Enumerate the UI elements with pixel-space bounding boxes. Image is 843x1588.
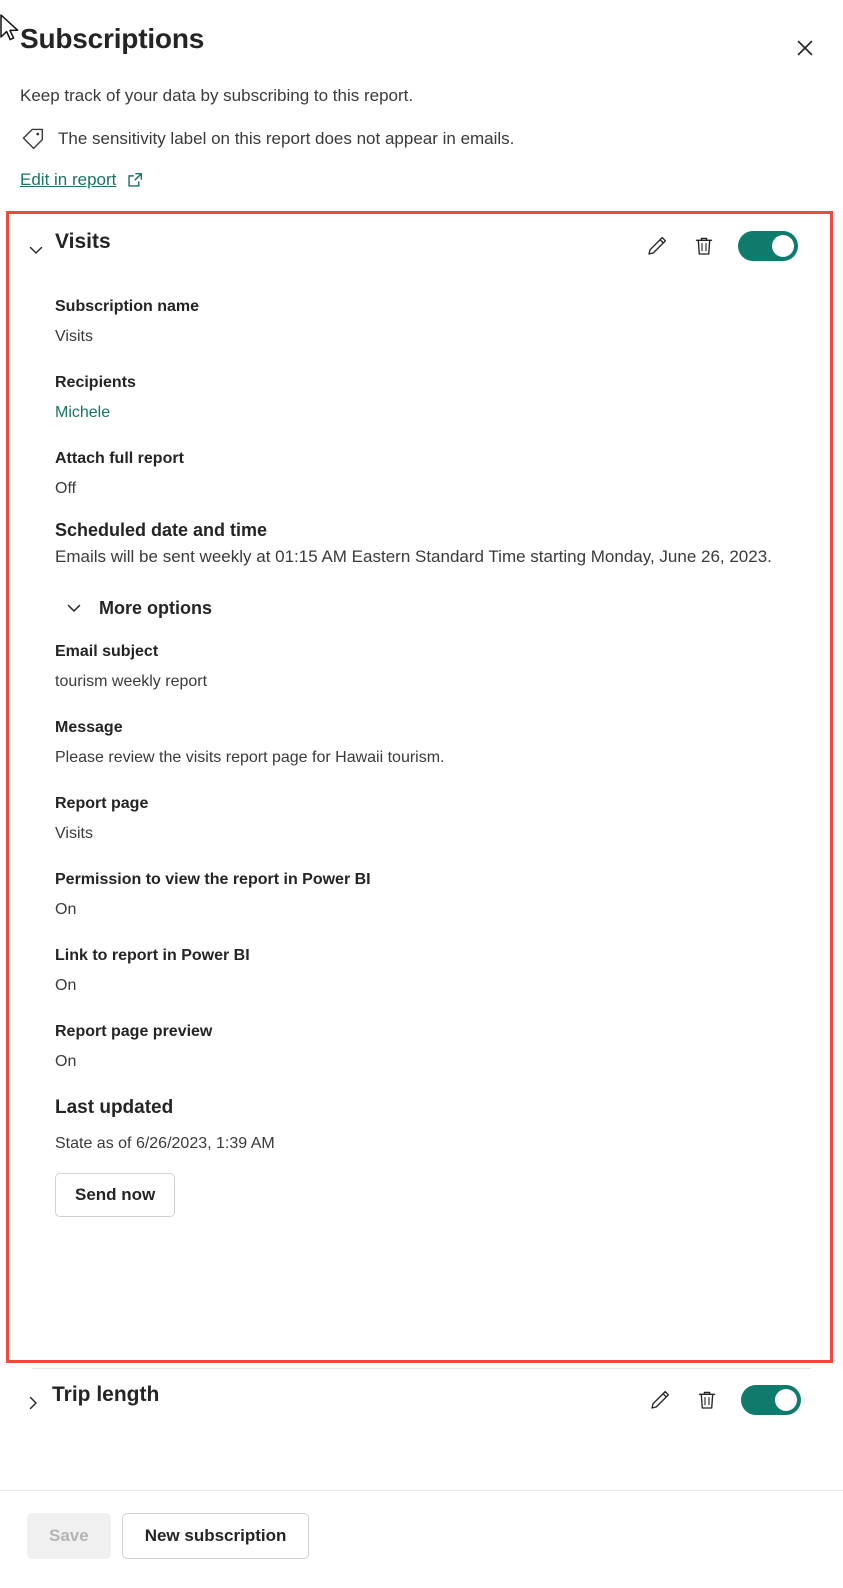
field-recipients: Recipients Michele <box>55 372 810 424</box>
chevron-down-icon <box>67 604 81 612</box>
field-link-to-report: Link to report in Power BI On <box>55 945 810 997</box>
field-value: On <box>55 901 77 918</box>
footer-divider <box>0 1490 843 1491</box>
field-label: Attach full report <box>55 450 184 467</box>
edit-subscription-button-trip-length[interactable] <box>647 1387 673 1413</box>
subscription-enable-toggle-trip-length[interactable] <box>741 1385 801 1415</box>
field-permission-to-view: Permission to view the report in Power B… <box>55 869 810 921</box>
subscription-actions-visits <box>644 231 798 261</box>
edit-in-report-link[interactable]: Edit in report <box>20 170 144 190</box>
toggle-knob <box>772 235 794 257</box>
trash-icon <box>698 1391 716 1409</box>
field-value: Please review the visits report page for… <box>55 749 445 766</box>
field-label: Recipients <box>55 374 136 391</box>
field-label: Report page <box>55 795 149 812</box>
save-button[interactable]: Save <box>27 1513 111 1559</box>
new-subscription-button[interactable]: New subscription <box>121 1513 310 1559</box>
subscription-header-visits[interactable]: Visits <box>9 214 830 284</box>
field-value: tourism weekly report <box>55 673 208 690</box>
sensitivity-text: The sensitivity label on this report doe… <box>58 129 515 148</box>
page-title: Subscriptions <box>20 23 205 54</box>
trash-icon <box>695 237 713 255</box>
field-label: Email subject <box>55 643 159 660</box>
field-value: Off <box>55 480 77 497</box>
field-email-subject: Email subject tourism weekly report <box>55 641 810 693</box>
field-value: State as of 6/26/2023, 1:39 AM <box>55 1135 275 1152</box>
field-value: Visits <box>55 825 93 842</box>
expand-collapse-toggle-visits[interactable] <box>25 239 47 261</box>
send-now-button[interactable]: Send now <box>55 1173 176 1217</box>
field-last-updated: Last updated State as of 6/26/2023, 1:39… <box>55 1097 810 1153</box>
field-value: Emails will be sent weekly at 01:15 AM E… <box>55 547 772 566</box>
pencil-icon <box>648 236 667 255</box>
edit-in-report-label[interactable]: Edit in report <box>20 170 116 190</box>
tag-icon <box>22 128 44 150</box>
chevron-down-icon <box>29 246 43 254</box>
field-label: Subscription name <box>55 298 200 315</box>
close-icon <box>797 40 813 56</box>
field-report-page: Report page Visits <box>55 793 810 845</box>
subscription-actions-trip-length <box>647 1385 801 1415</box>
toggle-knob <box>775 1389 797 1411</box>
field-label: Message <box>55 719 123 736</box>
field-report-page-preview: Report page preview On <box>55 1021 810 1073</box>
mouse-cursor <box>0 14 19 41</box>
more-options-toggle[interactable]: More options <box>63 597 810 619</box>
subscription-list-divider <box>32 1368 811 1369</box>
field-message: Message Please review the visits report … <box>55 717 810 769</box>
pane-header: Subscriptions Keep track of your data by… <box>0 0 843 210</box>
field-value: Visits <box>55 328 93 345</box>
sensitivity-notice: The sensitivity label on this report doe… <box>20 126 514 152</box>
field-label: Scheduled date and time <box>55 520 268 540</box>
chevron-right-icon <box>29 1396 37 1410</box>
expand-collapse-toggle-trip-length[interactable] <box>22 1392 44 1414</box>
subscription-card-trip-length[interactable]: Trip length <box>6 1372 833 1434</box>
external-link-icon <box>128 172 143 187</box>
field-value: On <box>55 977 77 994</box>
subscription-title-visits: Visits <box>55 230 111 253</box>
pencil-icon <box>651 1390 670 1409</box>
subscription-title-trip-length: Trip length <box>52 1383 160 1406</box>
field-attach-full-report: Attach full report Off <box>55 448 810 500</box>
subscription-details-visits: Subscription name Visits Recipients Mich… <box>55 296 810 1217</box>
recipient-chip-michele[interactable]: Michele <box>55 402 810 424</box>
delete-subscription-button-visits[interactable] <box>691 233 717 259</box>
close-button[interactable] <box>789 32 821 64</box>
more-options-label: More options <box>99 597 212 618</box>
subscription-enable-toggle-visits[interactable] <box>738 231 798 261</box>
field-label: Report page preview <box>55 1023 213 1040</box>
field-label: Link to report in Power BI <box>55 947 250 964</box>
pane-subtitle: Keep track of your data by subscribing t… <box>20 86 414 105</box>
edit-subscription-button-visits[interactable] <box>644 233 670 259</box>
field-label: Last updated <box>55 1097 174 1118</box>
field-value: On <box>55 1053 77 1070</box>
subscription-card-visits: Visits Subscription name Visits Recipien… <box>6 211 833 1363</box>
delete-subscription-button-trip-length[interactable] <box>694 1387 720 1413</box>
field-subscription-name: Subscription name Visits <box>55 296 810 348</box>
field-scheduled-date-time: Scheduled date and time Emails will be s… <box>55 520 810 571</box>
subscriptions-pane: Subscriptions Keep track of your data by… <box>0 0 843 1588</box>
footer-actions: Save New subscription <box>27 1513 310 1559</box>
field-label: Permission to view the report in Power B… <box>55 871 371 888</box>
